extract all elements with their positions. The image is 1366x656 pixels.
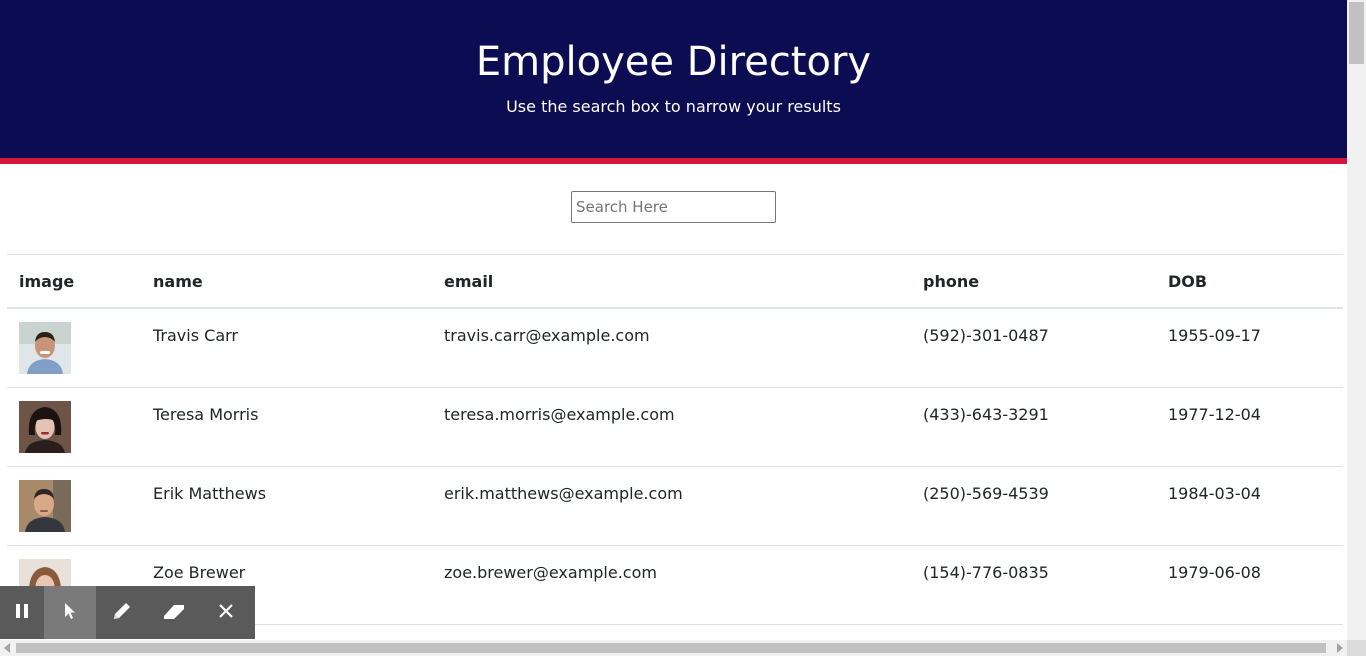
employee-email: travis.carr@example.com bbox=[444, 326, 650, 345]
dob-cell: 1979-06-08 bbox=[1156, 545, 1343, 625]
image-cell bbox=[7, 308, 141, 388]
pencil-icon bbox=[111, 600, 133, 626]
horizontal-scrollbar[interactable] bbox=[0, 640, 1347, 656]
dob-cell: 1977-12-04 bbox=[1156, 387, 1343, 467]
vertical-scrollbar[interactable] bbox=[1347, 0, 1366, 640]
employee-name: Teresa Morris bbox=[153, 404, 259, 424]
employee-name: Travis Carr bbox=[153, 326, 238, 345]
employee-name: Erik Matthews bbox=[153, 483, 267, 503]
employee-phone: (592)-301-0487 bbox=[923, 326, 1049, 345]
table-row: Travis Carr travis.carr@example.com (592… bbox=[7, 308, 1343, 388]
employee-phone: (154)-776-0835 bbox=[923, 562, 1049, 582]
employee-dob: 1979-06-08 bbox=[1168, 562, 1261, 582]
page-title: Employee Directory bbox=[475, 39, 872, 85]
name-cell: Teresa Morris bbox=[141, 387, 432, 467]
name-cell: Erik Matthews bbox=[141, 466, 432, 546]
employee-phone: (433)-643-3291 bbox=[923, 404, 1049, 424]
column-header-image[interactable]: image bbox=[7, 254, 141, 309]
avatar bbox=[19, 322, 71, 374]
page: Employee Directory Use the search box to… bbox=[0, 0, 1347, 640]
employee-email: teresa.morris@example.com bbox=[444, 404, 675, 424]
email-cell: travis.carr@example.com bbox=[432, 308, 911, 388]
employee-email: zoe.brewer@example.com bbox=[444, 562, 657, 582]
page-subtitle: Use the search box to narrow your result… bbox=[506, 97, 841, 116]
employee-phone: (250)-569-4539 bbox=[923, 483, 1049, 503]
page-header: Employee Directory Use the search box to… bbox=[0, 0, 1347, 164]
pause-button[interactable] bbox=[0, 586, 44, 639]
scroll-right-icon[interactable] bbox=[1337, 643, 1343, 653]
pencil-button[interactable] bbox=[96, 586, 148, 639]
annotation-toolbar bbox=[0, 586, 255, 639]
column-header-dob[interactable]: DOB bbox=[1156, 254, 1343, 309]
scrollbar-corner bbox=[1347, 640, 1366, 656]
phone-cell: (592)-301-0487 bbox=[911, 308, 1156, 388]
vertical-scrollbar-thumb[interactable] bbox=[1349, 2, 1364, 64]
table-row: Teresa Morris teresa.morris@example.com … bbox=[7, 387, 1343, 467]
phone-cell: (154)-776-0835 bbox=[911, 545, 1156, 625]
avatar bbox=[19, 479, 71, 532]
email-cell: erik.matthews@example.com bbox=[432, 466, 911, 546]
dob-cell: 1955-09-17 bbox=[1156, 308, 1343, 388]
search-container bbox=[0, 191, 1347, 223]
employee-name: Zoe Brewer bbox=[153, 562, 246, 582]
eraser-button[interactable] bbox=[148, 586, 200, 639]
employee-dob: 1984-03-04 bbox=[1168, 483, 1261, 503]
phone-cell: (250)-569-4539 bbox=[911, 466, 1156, 546]
column-header-email[interactable]: email bbox=[432, 254, 911, 309]
email-cell: zoe.brewer@example.com bbox=[432, 545, 911, 625]
table-row: Erik Matthews erik.matthews@example.com … bbox=[7, 466, 1343, 546]
image-cell bbox=[7, 387, 141, 467]
close-button[interactable] bbox=[200, 586, 252, 639]
pause-icon bbox=[14, 603, 30, 623]
pointer-icon bbox=[62, 602, 78, 624]
employee-table: image name email phone DOB Travis Carr t… bbox=[7, 254, 1343, 625]
search-input[interactable] bbox=[571, 191, 776, 223]
dob-cell: 1984-03-04 bbox=[1156, 466, 1343, 546]
image-cell bbox=[7, 466, 141, 546]
horizontal-scrollbar-thumb[interactable] bbox=[16, 643, 1326, 653]
employee-dob: 1955-09-17 bbox=[1168, 326, 1261, 345]
employee-email: erik.matthews@example.com bbox=[444, 483, 683, 503]
column-header-phone[interactable]: phone bbox=[911, 254, 1156, 309]
name-cell: Travis Carr bbox=[141, 308, 432, 388]
pointer-button[interactable] bbox=[44, 586, 96, 639]
close-icon bbox=[218, 603, 234, 623]
column-header-name[interactable]: name bbox=[141, 254, 432, 309]
eraser-icon bbox=[162, 601, 186, 625]
table-header-row: image name email phone DOB bbox=[7, 254, 1343, 309]
avatar bbox=[19, 400, 71, 453]
email-cell: teresa.morris@example.com bbox=[432, 387, 911, 467]
employee-dob: 1977-12-04 bbox=[1168, 404, 1261, 424]
phone-cell: (433)-643-3291 bbox=[911, 387, 1156, 467]
scroll-left-icon[interactable] bbox=[4, 643, 10, 653]
